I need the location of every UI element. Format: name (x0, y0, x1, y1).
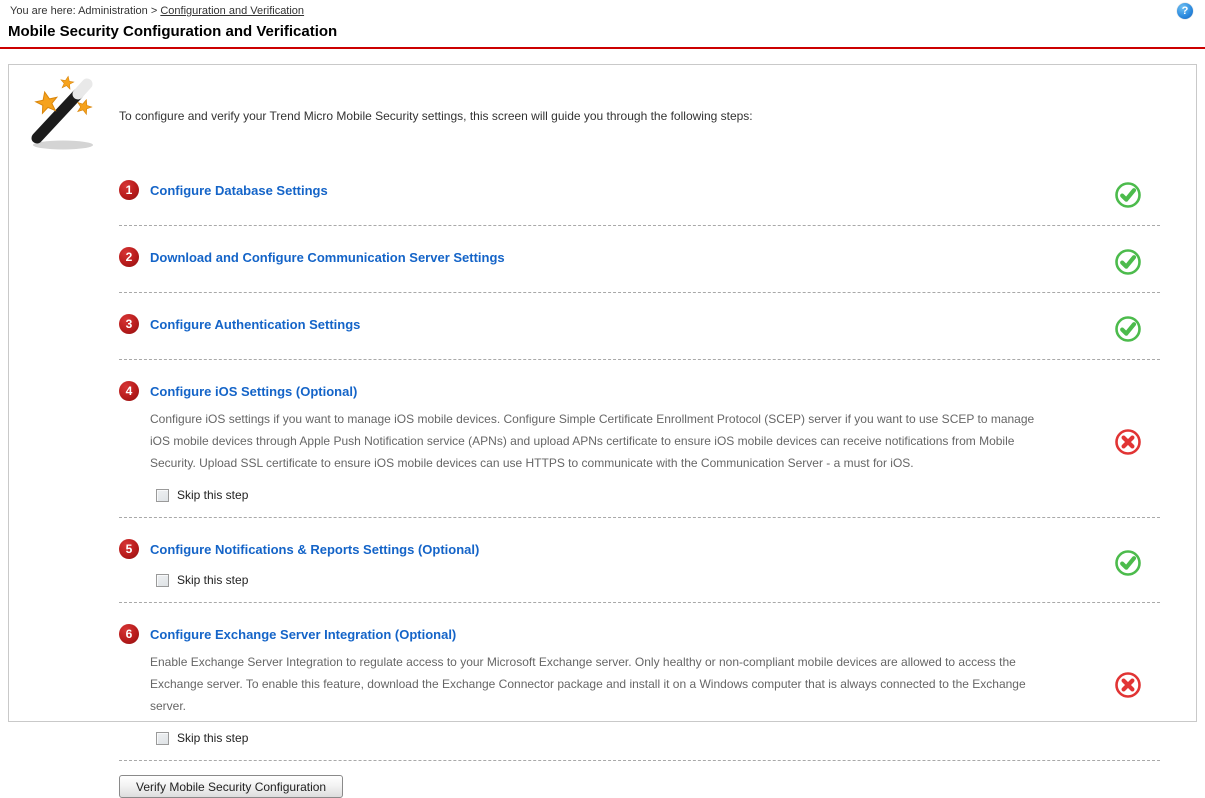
wizard-content: To configure and verify your Trend Micro… (119, 65, 1160, 798)
step-main: 4 Configure iOS Settings (Optional) Conf… (119, 381, 1096, 502)
step-number-badge: 1 (119, 180, 139, 200)
step-number-badge: 3 (119, 314, 139, 334)
main-panel: To configure and verify your Trend Micro… (8, 64, 1197, 722)
step-status (1096, 247, 1160, 277)
step-head: 2 Download and Configure Communication S… (119, 247, 1096, 267)
step-main: 1 Configure Database Settings (119, 180, 1096, 210)
step-row: 4 Configure iOS Settings (Optional) Conf… (119, 360, 1160, 518)
steps-list: 1 Configure Database Settings 2 Download… (119, 159, 1160, 761)
status-success-icon (1113, 548, 1143, 578)
step-status (1096, 381, 1160, 502)
step-head: 6 Configure Exchange Server Integration … (119, 624, 1096, 644)
skip-checkbox[interactable] (156, 489, 169, 502)
step-number-badge: 2 (119, 247, 139, 267)
step-title-link[interactable]: Configure Notifications & Reports Settin… (150, 542, 479, 557)
breadcrumb-link-configuration-and-verification[interactable]: Configuration and Verification (160, 5, 304, 17)
step-main: 3 Configure Authentication Settings (119, 314, 1096, 344)
page-header: Mobile Security Configuration and Verifi… (0, 23, 1205, 49)
skip-label: Skip this step (177, 488, 248, 502)
skip-row: Skip this step (156, 488, 1096, 502)
step-row: 2 Download and Configure Communication S… (119, 226, 1160, 293)
step-row: 3 Configure Authentication Settings (119, 293, 1160, 360)
step-description: Enable Exchange Server Integration to re… (150, 651, 1046, 717)
step-main: 5 Configure Notifications & Reports Sett… (119, 539, 1096, 587)
breadcrumb: You are here: Administration > Configura… (0, 0, 1205, 17)
step-head: 5 Configure Notifications & Reports Sett… (119, 539, 1096, 559)
page-title: Mobile Security Configuration and Verifi… (8, 23, 337, 40)
verify-configuration-button[interactable]: Verify Mobile Security Configuration (119, 775, 343, 798)
step-title-link[interactable]: Download and Configure Communication Ser… (150, 250, 505, 265)
breadcrumb-prefix: You are here: Administration > (10, 5, 157, 17)
step-status (1096, 314, 1160, 344)
magic-wand-icon (21, 71, 107, 155)
step-title-link[interactable]: Configure Authentication Settings (150, 317, 360, 332)
step-head: 4 Configure iOS Settings (Optional) (119, 381, 1096, 401)
step-row: 1 Configure Database Settings (119, 159, 1160, 226)
step-title-link[interactable]: Configure iOS Settings (Optional) (150, 384, 357, 399)
status-error-icon (1113, 427, 1143, 457)
step-title-link[interactable]: Configure Exchange Server Integration (O… (150, 627, 456, 642)
step-main: 6 Configure Exchange Server Integration … (119, 624, 1096, 745)
status-error-icon (1113, 670, 1143, 700)
step-head: 1 Configure Database Settings (119, 180, 1096, 200)
step-number-badge: 6 (119, 624, 139, 644)
step-number-badge: 4 (119, 381, 139, 401)
button-row: Verify Mobile Security Configuration (119, 775, 1160, 798)
intro-text: To configure and verify your Trend Micro… (119, 109, 1160, 123)
step-status (1096, 180, 1160, 210)
help-icon[interactable]: ? (1177, 3, 1193, 19)
status-success-icon (1113, 314, 1143, 344)
step-title-link[interactable]: Configure Database Settings (150, 183, 328, 198)
skip-checkbox[interactable] (156, 574, 169, 587)
step-row: 6 Configure Exchange Server Integration … (119, 603, 1160, 761)
step-status (1096, 624, 1160, 745)
skip-row: Skip this step (156, 573, 1096, 587)
status-success-icon (1113, 180, 1143, 210)
status-success-icon (1113, 247, 1143, 277)
step-row: 5 Configure Notifications & Reports Sett… (119, 518, 1160, 603)
step-status (1096, 539, 1160, 587)
step-main: 2 Download and Configure Communication S… (119, 247, 1096, 277)
step-number-badge: 5 (119, 539, 139, 559)
step-head: 3 Configure Authentication Settings (119, 314, 1096, 334)
step-description: Configure iOS settings if you want to ma… (150, 408, 1046, 474)
skip-label: Skip this step (177, 573, 248, 587)
